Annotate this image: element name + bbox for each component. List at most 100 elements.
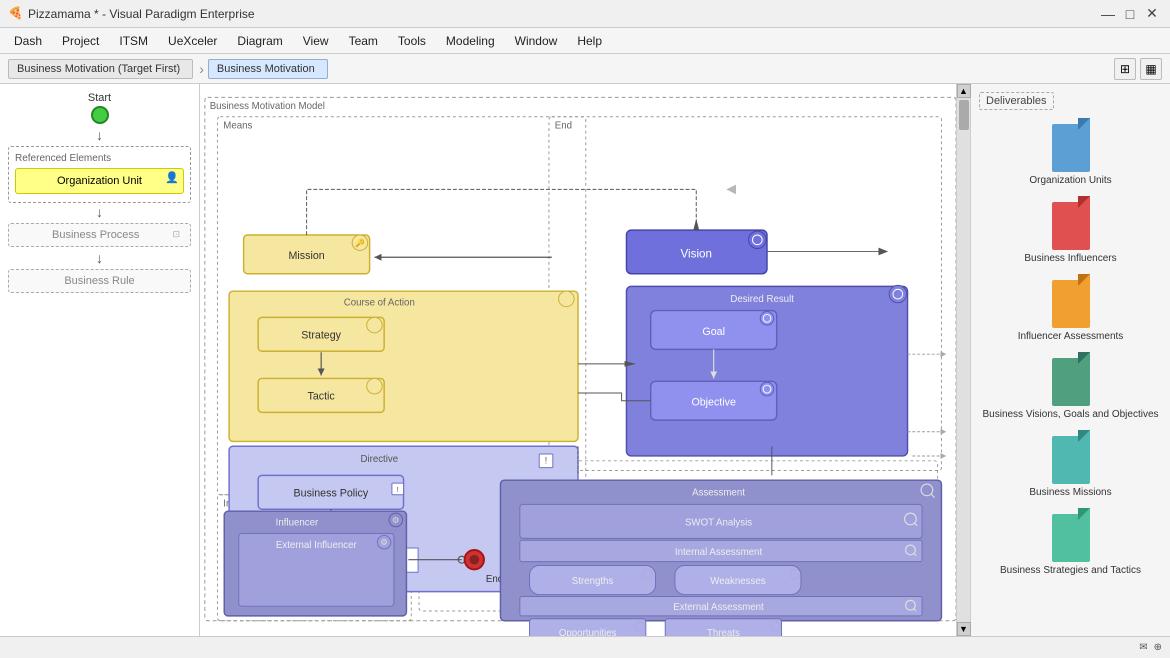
referenced-elements-section: Referenced Elements Organization Unit 👤 bbox=[8, 146, 191, 203]
main-area: Start ↓ Referenced Elements Organization… bbox=[0, 84, 1170, 636]
actor-icon: 👤 bbox=[165, 171, 179, 184]
scroll-thumb[interactable] bbox=[959, 100, 969, 130]
start-node-section: Start bbox=[8, 92, 191, 124]
svg-text:!: ! bbox=[545, 456, 547, 466]
menu-diagram[interactable]: Diagram bbox=[227, 31, 292, 51]
svg-text:Tactic: Tactic bbox=[308, 391, 336, 403]
svg-text:Means: Means bbox=[223, 120, 252, 131]
maximize-button[interactable]: □ bbox=[1120, 4, 1140, 24]
menu-bar: Dash Project ITSM UeXceler Diagram View … bbox=[0, 28, 1170, 54]
deliverable-influencer-assessments[interactable]: Influencer Assessments bbox=[979, 274, 1162, 342]
svg-text:!: ! bbox=[397, 485, 399, 494]
breadcrumb-label-1: Business Motivation (Target First) bbox=[17, 63, 180, 75]
svg-text:⚙: ⚙ bbox=[392, 515, 400, 525]
biz-missions-label: Business Missions bbox=[1029, 487, 1111, 498]
menu-dash[interactable]: Dash bbox=[4, 31, 52, 51]
business-rule-box[interactable]: Business Rule bbox=[8, 269, 191, 293]
svg-text:Weaknesses: Weaknesses bbox=[710, 576, 765, 587]
menu-tools[interactable]: Tools bbox=[388, 31, 436, 51]
svg-text:Assessment: Assessment bbox=[692, 488, 745, 499]
deliverables-title: Deliverables bbox=[979, 92, 1054, 110]
status-right-controls: ✉ ⊕ bbox=[1139, 642, 1162, 653]
menu-window[interactable]: Window bbox=[505, 31, 568, 51]
deliverable-org-units[interactable]: Organization Units bbox=[979, 118, 1162, 186]
svg-text:🔑: 🔑 bbox=[355, 238, 365, 248]
business-rule-label: Business Rule bbox=[64, 275, 134, 287]
deliverable-biz-visions[interactable]: Business Visions, Goals and Objectives bbox=[979, 352, 1162, 420]
start-label: Start bbox=[88, 92, 111, 104]
svg-text:Strategy: Strategy bbox=[301, 330, 341, 342]
business-process-label: Business Process bbox=[52, 229, 139, 241]
menu-uexceler[interactable]: UeXceler bbox=[158, 31, 227, 51]
breadcrumb-right-controls: ⊞ ▦ bbox=[1114, 58, 1162, 80]
svg-text:Internal Assessment: Internal Assessment bbox=[675, 547, 763, 558]
svg-text:External Influencer: External Influencer bbox=[276, 540, 358, 551]
svg-text:Mission: Mission bbox=[289, 250, 325, 262]
menu-view[interactable]: View bbox=[293, 31, 339, 51]
influencer-assessments-icon bbox=[1049, 274, 1093, 328]
start-circle bbox=[91, 106, 109, 124]
business-influencers-label: Business Influencers bbox=[1024, 253, 1116, 264]
svg-text:Directive: Directive bbox=[360, 454, 398, 465]
menu-modeling[interactable]: Modeling bbox=[436, 31, 505, 51]
biz-strategies-label: Business Strategies and Tactics bbox=[1000, 565, 1141, 576]
status-bar: ✉ ⊕ bbox=[0, 636, 1170, 658]
biz-visions-icon bbox=[1049, 352, 1093, 406]
breadcrumb-item-1[interactable]: Business Motivation (Target First) bbox=[8, 59, 193, 79]
biz-missions-icon bbox=[1049, 430, 1093, 484]
svg-text:Influencer: Influencer bbox=[276, 518, 319, 529]
canvas-scrollbar[interactable]: ▲ ▼ bbox=[956, 84, 970, 636]
app-title: Pizzamama * - Visual Paradigm Enterprise bbox=[28, 7, 1098, 21]
breadcrumb-label-2: Business Motivation bbox=[217, 63, 315, 75]
deliverable-biz-missions[interactable]: Business Missions bbox=[979, 430, 1162, 498]
close-button[interactable]: ✕ bbox=[1142, 4, 1162, 24]
minimize-button[interactable]: — bbox=[1098, 4, 1118, 24]
influencer-assessments-label: Influencer Assessments bbox=[1018, 331, 1124, 342]
ref-section-title: Referenced Elements bbox=[15, 153, 184, 164]
svg-text:Business Policy: Business Policy bbox=[294, 488, 369, 500]
org-unit-box[interactable]: Organization Unit 👤 bbox=[15, 168, 184, 194]
app-icon: 🍕 bbox=[8, 6, 24, 22]
svg-text:SWOT Analysis: SWOT Analysis bbox=[685, 518, 752, 529]
title-bar: 🍕 Pizzamama * - Visual Paradigm Enterpri… bbox=[0, 0, 1170, 28]
org-units-icon bbox=[1049, 118, 1093, 172]
biz-visions-label: Business Visions, Goals and Objectives bbox=[982, 409, 1158, 420]
org-unit-label: Organization Unit bbox=[57, 175, 142, 187]
email-icon[interactable]: ✉ bbox=[1139, 642, 1147, 653]
arrow-2: ↓ bbox=[8, 205, 191, 219]
org-units-label: Organization Units bbox=[1029, 175, 1111, 186]
arrow-1: ↓ bbox=[8, 128, 191, 142]
svg-text:Course of Action: Course of Action bbox=[344, 298, 415, 309]
menu-team[interactable]: Team bbox=[339, 31, 388, 51]
diagram-svg: Business Motivation Model Means End Asse… bbox=[200, 84, 956, 636]
svg-text:⚙: ⚙ bbox=[380, 537, 388, 547]
arrow-3: ↓ bbox=[8, 251, 191, 265]
business-influencers-icon bbox=[1049, 196, 1093, 250]
scroll-up[interactable]: ▲ bbox=[957, 84, 971, 98]
menu-help[interactable]: Help bbox=[567, 31, 612, 51]
panel-toggle-btn[interactable]: ▦ bbox=[1140, 58, 1162, 80]
diagram-view-btn[interactable]: ⊞ bbox=[1114, 58, 1136, 80]
svg-text:Business Motivation Model: Business Motivation Model bbox=[210, 101, 325, 112]
deliverable-business-influencers[interactable]: Business Influencers bbox=[979, 196, 1162, 264]
svg-text:Opportunities: Opportunities bbox=[559, 628, 617, 636]
expand-icon[interactable]: ⊕ bbox=[1154, 642, 1162, 653]
scroll-down[interactable]: ▼ bbox=[957, 622, 971, 636]
right-panel: Deliverables Organization Units Business… bbox=[970, 84, 1170, 636]
menu-project[interactable]: Project bbox=[52, 31, 109, 51]
svg-text:Goal: Goal bbox=[702, 326, 725, 338]
breadcrumb-item-2[interactable]: Business Motivation bbox=[208, 59, 328, 79]
svg-text:Vision: Vision bbox=[681, 247, 712, 260]
deliverable-biz-strategies[interactable]: Business Strategies and Tactics bbox=[979, 508, 1162, 576]
breadcrumb-bar: Business Motivation (Target First) › Bus… bbox=[0, 54, 1170, 84]
svg-text:Threats: Threats bbox=[707, 628, 740, 636]
menu-itsm[interactable]: ITSM bbox=[109, 31, 158, 51]
svg-text:End: End bbox=[555, 120, 572, 131]
svg-text:Strengths: Strengths bbox=[572, 576, 614, 587]
svg-text:Objective: Objective bbox=[691, 397, 735, 409]
left-panel: Start ↓ Referenced Elements Organization… bbox=[0, 84, 200, 636]
breadcrumb-separator: › bbox=[199, 61, 204, 77]
svg-text:Desired Result: Desired Result bbox=[730, 294, 794, 305]
business-process-box[interactable]: Business Process ⊡ bbox=[8, 223, 191, 247]
canvas-area: Business Motivation Model Means End Asse… bbox=[200, 84, 956, 636]
